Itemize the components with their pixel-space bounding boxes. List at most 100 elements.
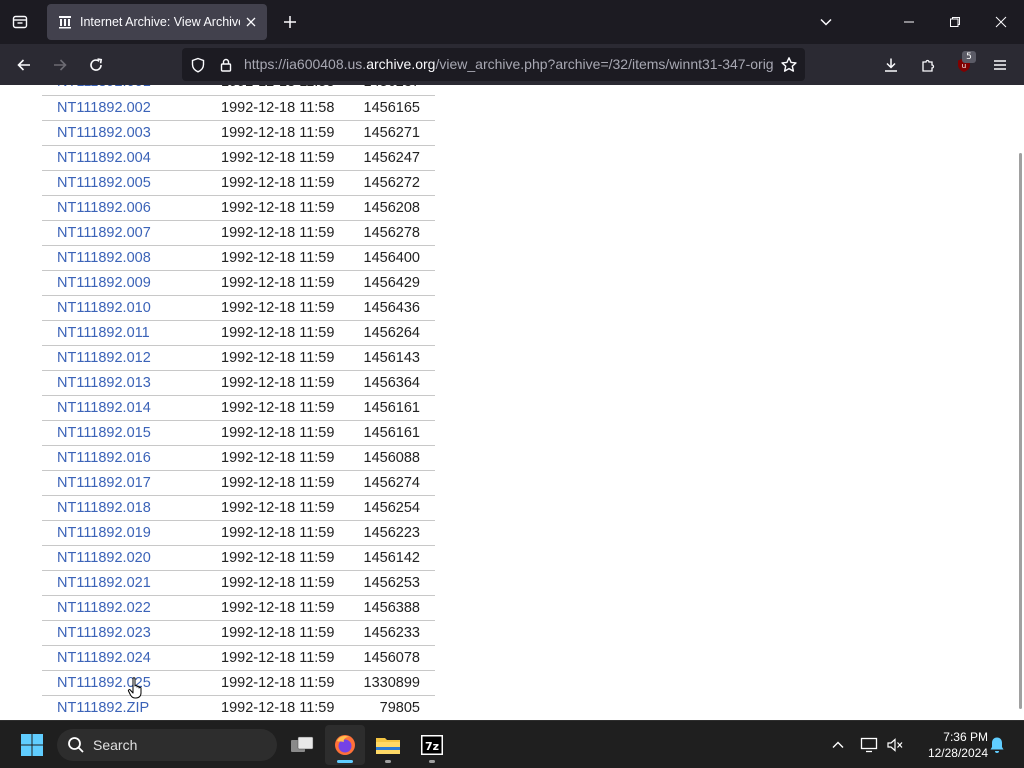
- file-name-cell: NT111892.002: [42, 95, 207, 121]
- file-size-cell: 1456254: [347, 495, 435, 521]
- scrollbar[interactable]: [1018, 85, 1024, 720]
- taskbar-search-box[interactable]: Search: [57, 729, 277, 761]
- file-link[interactable]: NT111892.ZIP: [57, 700, 149, 716]
- file-link[interactable]: NT111892.019: [57, 525, 151, 541]
- chevron-up-icon[interactable]: [828, 735, 848, 755]
- file-size-cell: 1456364: [347, 370, 435, 396]
- file-link[interactable]: NT111892.022: [57, 600, 151, 616]
- file-link[interactable]: NT111892.024: [57, 650, 151, 666]
- table-row: NT111892.014 1992-12-18 11:59 1456161: [42, 395, 435, 421]
- tab-title: Internet Archive: View Archive: [80, 15, 240, 29]
- chevron-down-icon[interactable]: [814, 10, 838, 34]
- new-tab-button[interactable]: [278, 10, 302, 34]
- file-size-cell: 1456264: [347, 320, 435, 346]
- file-link[interactable]: NT111892.006: [57, 200, 151, 216]
- file-link[interactable]: NT111892.013: [57, 375, 151, 391]
- file-date-cell: 1992-12-18 11:59: [207, 570, 347, 596]
- file-link[interactable]: NT111892.003: [57, 125, 151, 141]
- task-view-icon[interactable]: [282, 725, 322, 765]
- running-app-indicator: [429, 760, 435, 763]
- 7zip-icon[interactable]: 7z: [412, 725, 452, 765]
- table-row: NT111892.025 1992-12-18 11:59 1330899: [42, 670, 435, 696]
- file-name-cell: NT111892.019: [42, 520, 207, 546]
- table-row: NT111892.002 1992-12-18 11:58 1456165: [42, 95, 435, 121]
- file-link[interactable]: NT111892.021: [57, 575, 151, 591]
- file-link[interactable]: NT111892.001: [57, 85, 151, 90]
- address-bar[interactable]: https://ia600408.us.archive.org/view_arc…: [182, 48, 805, 81]
- restore-button[interactable]: [932, 0, 978, 44]
- file-link[interactable]: NT111892.008: [57, 250, 151, 266]
- clock[interactable]: 7:36 PM 12/28/2024: [912, 729, 988, 761]
- minimize-button[interactable]: [886, 0, 932, 44]
- menu-hamburger-icon[interactable]: [985, 50, 1015, 80]
- file-date-cell: 1992-12-18 11:59: [207, 245, 347, 271]
- file-date-cell: 1992-12-18 11:59: [207, 145, 347, 171]
- file-date-cell: 1992-12-18 11:59: [207, 595, 347, 621]
- scrollbar-thumb[interactable]: [1019, 153, 1022, 709]
- file-date-cell: 1992-12-18 11:59: [207, 295, 347, 321]
- lock-icon[interactable]: [217, 56, 235, 74]
- forward-arrow-icon[interactable]: [45, 50, 75, 80]
- bookmark-star-icon[interactable]: [780, 56, 798, 74]
- file-link[interactable]: NT111892.010: [57, 300, 151, 316]
- notification-bell-icon[interactable]: [987, 735, 1007, 755]
- file-name-cell: NT111892.004: [42, 145, 207, 171]
- close-icon[interactable]: [243, 14, 259, 30]
- file-date-cell: 1992-12-18 11:59: [207, 345, 347, 371]
- extensions-puzzle-icon[interactable]: [913, 50, 943, 80]
- file-date-cell: 1992-12-18 11:59: [207, 645, 347, 671]
- file-size-cell: 1456274: [347, 470, 435, 496]
- file-link[interactable]: NT111892.018: [57, 500, 151, 516]
- file-link[interactable]: NT111892.007: [57, 225, 151, 241]
- file-link[interactable]: NT111892.020: [57, 550, 151, 566]
- file-explorer-icon[interactable]: [368, 725, 408, 765]
- file-date-cell: 1992-12-18 11:59: [207, 170, 347, 196]
- file-size-cell: 1456088: [347, 445, 435, 471]
- file-name-cell: NT111892.024: [42, 645, 207, 671]
- table-row: NT111892.011 1992-12-18 11:59 1456264: [42, 320, 435, 346]
- table-row: NT111892.022 1992-12-18 11:59 1456388: [42, 595, 435, 621]
- tab-strip: Internet Archive: View Archive: [0, 0, 1024, 44]
- file-link[interactable]: NT111892.014: [57, 400, 151, 416]
- file-link[interactable]: NT111892.017: [57, 475, 151, 491]
- back-arrow-icon[interactable]: [9, 50, 39, 80]
- file-date-cell: 1992-12-18 11:59: [207, 445, 347, 471]
- download-icon[interactable]: [876, 50, 906, 80]
- file-name-cell: NT111892.025: [42, 670, 207, 696]
- file-date-cell: 1992-12-18 11:59: [207, 320, 347, 346]
- file-name-cell: NT111892.ZIP: [42, 695, 207, 720]
- file-link[interactable]: NT111892.012: [57, 350, 151, 366]
- reload-icon[interactable]: [81, 50, 111, 80]
- file-link[interactable]: NT111892.023: [57, 625, 151, 641]
- file-name-cell: NT111892.001: [42, 85, 207, 96]
- file-link[interactable]: NT111892.016: [57, 450, 151, 466]
- windows-start-icon[interactable]: [12, 725, 52, 765]
- file-link[interactable]: NT111892.005: [57, 175, 151, 191]
- file-name-cell: NT111892.003: [42, 120, 207, 146]
- file-name-cell: NT111892.007: [42, 220, 207, 246]
- file-link[interactable]: NT111892.015: [57, 425, 151, 441]
- table-row: NT111892.015 1992-12-18 11:59 1456161: [42, 420, 435, 446]
- tab-active[interactable]: Internet Archive: View Archive: [47, 4, 267, 40]
- table-row: NT111892.003 1992-12-18 11:59 1456271: [42, 120, 435, 146]
- file-link[interactable]: NT111892.009: [57, 275, 151, 291]
- file-date-cell: 1992-12-18 11:59: [207, 495, 347, 521]
- file-name-cell: NT111892.023: [42, 620, 207, 646]
- file-name-cell: NT111892.014: [42, 395, 207, 421]
- file-size-cell: 1456388: [347, 595, 435, 621]
- network-monitor-icon[interactable]: [859, 735, 879, 755]
- file-link[interactable]: NT111892.011: [57, 325, 150, 341]
- file-size-cell: 1456233: [347, 620, 435, 646]
- firefox-taskbar-icon[interactable]: [325, 725, 365, 765]
- file-name-cell: NT111892.005: [42, 170, 207, 196]
- url-text[interactable]: https://ia600408.us.archive.org/view_arc…: [244, 56, 774, 72]
- taskbar: Search 7z 7:36 PM 12/28/2024: [0, 720, 1024, 768]
- file-size-cell: 1456223: [347, 520, 435, 546]
- file-link[interactable]: NT111892.004: [57, 150, 151, 166]
- close-window-button[interactable]: [978, 0, 1024, 44]
- file-link[interactable]: NT111892.002: [57, 100, 151, 116]
- shield-icon[interactable]: [189, 56, 207, 74]
- file-date-cell: 1992-12-18 11:59: [207, 220, 347, 246]
- volume-muted-icon[interactable]: [885, 735, 905, 755]
- firefox-view-icon[interactable]: [6, 8, 34, 36]
